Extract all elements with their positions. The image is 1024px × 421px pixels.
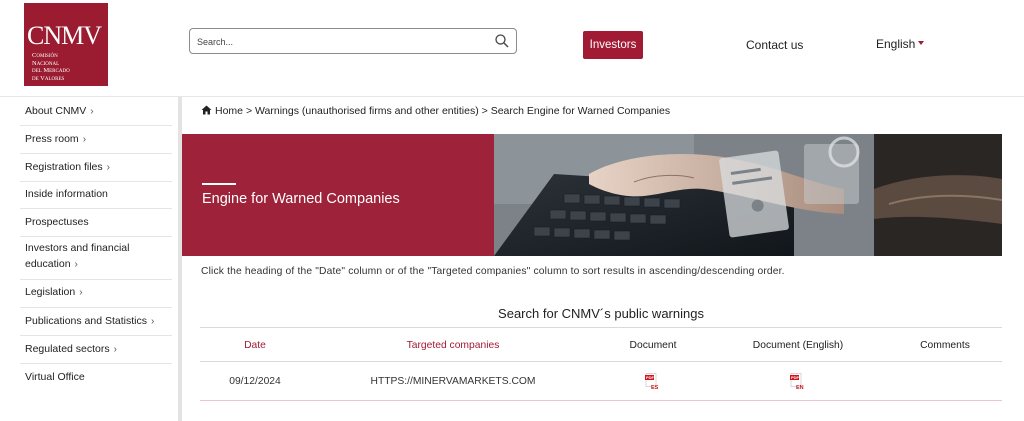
pdf-es-icon[interactable]: PDF ES [645,373,660,390]
search-input[interactable] [197,34,477,49]
table-title: Search for CNMV´s public warnings [498,306,704,321]
breadcrumb-separator: > [481,105,488,117]
svg-text:PDF: PDF [646,375,655,380]
pdf-en-icon[interactable]: PDF EN [790,373,805,390]
hero-accent-line [202,183,236,185]
cnmv-logo[interactable]: CNMV Comisión Nacional del Mercado de Va… [24,3,108,86]
cell-date: 09/12/2024 [229,376,281,387]
search-box [189,28,517,54]
logo-subtitle: Comisión Nacional del Mercado de Valores [32,52,70,82]
page-title: Engine for Warned Companies [202,191,400,207]
hero-image [494,134,1002,256]
site-header: CNMV Comisión Nacional del Mercado de Va… [0,0,1024,97]
svg-text:EN: EN [796,385,804,390]
breadcrumb-home[interactable]: Home [215,105,243,117]
divider [20,153,172,154]
sidebar-item-regulated-sectors[interactable]: Regulated sectors › [25,341,173,358]
divider [20,208,172,209]
chevron-right-icon: › [150,316,155,327]
logo-mark: CNMV [27,21,102,50]
sidebar-item-prospectuses[interactable]: Prospectuses [25,214,173,230]
sort-hint-text: Click the heading of the "Date" column o… [201,266,785,277]
laptop-typing-illustration [494,134,1002,256]
column-header-date[interactable]: Date [228,340,282,351]
home-icon[interactable] [201,105,212,115]
sidebar-item-publications-statistics[interactable]: Publications and Statistics › [25,313,173,330]
chevron-right-icon: › [82,134,87,145]
contact-us-link[interactable]: Contact us [746,38,803,52]
language-selector[interactable]: English [876,37,925,51]
sidebar-item-inside-information[interactable]: Inside information [25,186,173,202]
divider [20,125,172,126]
breadcrumb-warnings[interactable]: Warnings (unauthorised firms and other e… [255,105,479,117]
chevron-right-icon: › [90,106,94,117]
sidebar-item-about-cnmv[interactable]: About CNMV › [25,103,173,120]
table-row-rule [200,400,1002,401]
chevron-right-icon: › [113,344,117,355]
chevron-right-icon: › [106,162,110,173]
sidebar: About CNMV › Press room › Registration fil… [0,97,182,421]
breadcrumb-current: Search Engine for Warned Companies [490,105,671,117]
cell-targeted-company: HTTPS://MINERVAMARKETS.COM [370,376,536,387]
svg-text:ES: ES [651,385,659,390]
language-label: English [876,37,916,51]
column-header-document: Document [629,340,677,351]
svg-text:PDF: PDF [791,375,800,380]
sidebar-item-legislation[interactable]: Legislation › [25,284,173,301]
caret-down-icon [918,40,925,45]
chevron-right-icon: › [79,287,83,298]
table-header-top-rule [200,327,1002,328]
sidebar-item-press-room[interactable]: Press room › [25,131,173,148]
search-icon[interactable] [494,33,510,49]
breadcrumb: Home > Warnings (unauthorised firms and … [201,105,670,117]
column-header-comments: Comments [920,340,970,351]
column-header-document-english: Document (English) [752,340,844,351]
divider [20,279,172,280]
divider [20,307,172,308]
column-header-targeted-companies[interactable]: Targeted companies [383,340,523,351]
sidebar-item-investors-education[interactable]: Investors and financial education › [25,240,173,273]
hero-banner: Engine for Warned Companies [182,134,1002,256]
sidebar-item-registration-files[interactable]: Registration files › [25,159,173,176]
sidebar-item-virtual-office[interactable]: Virtual Office [25,369,173,385]
breadcrumb-separator: > [245,105,253,117]
divider [20,335,172,336]
hero-panel: Engine for Warned Companies [182,134,494,256]
chevron-right-icon: › [74,259,78,270]
divider [20,363,172,364]
investors-button[interactable]: Investors [583,31,643,59]
table-header-bottom-rule [200,361,1002,362]
divider [20,181,172,182]
divider [20,236,172,237]
